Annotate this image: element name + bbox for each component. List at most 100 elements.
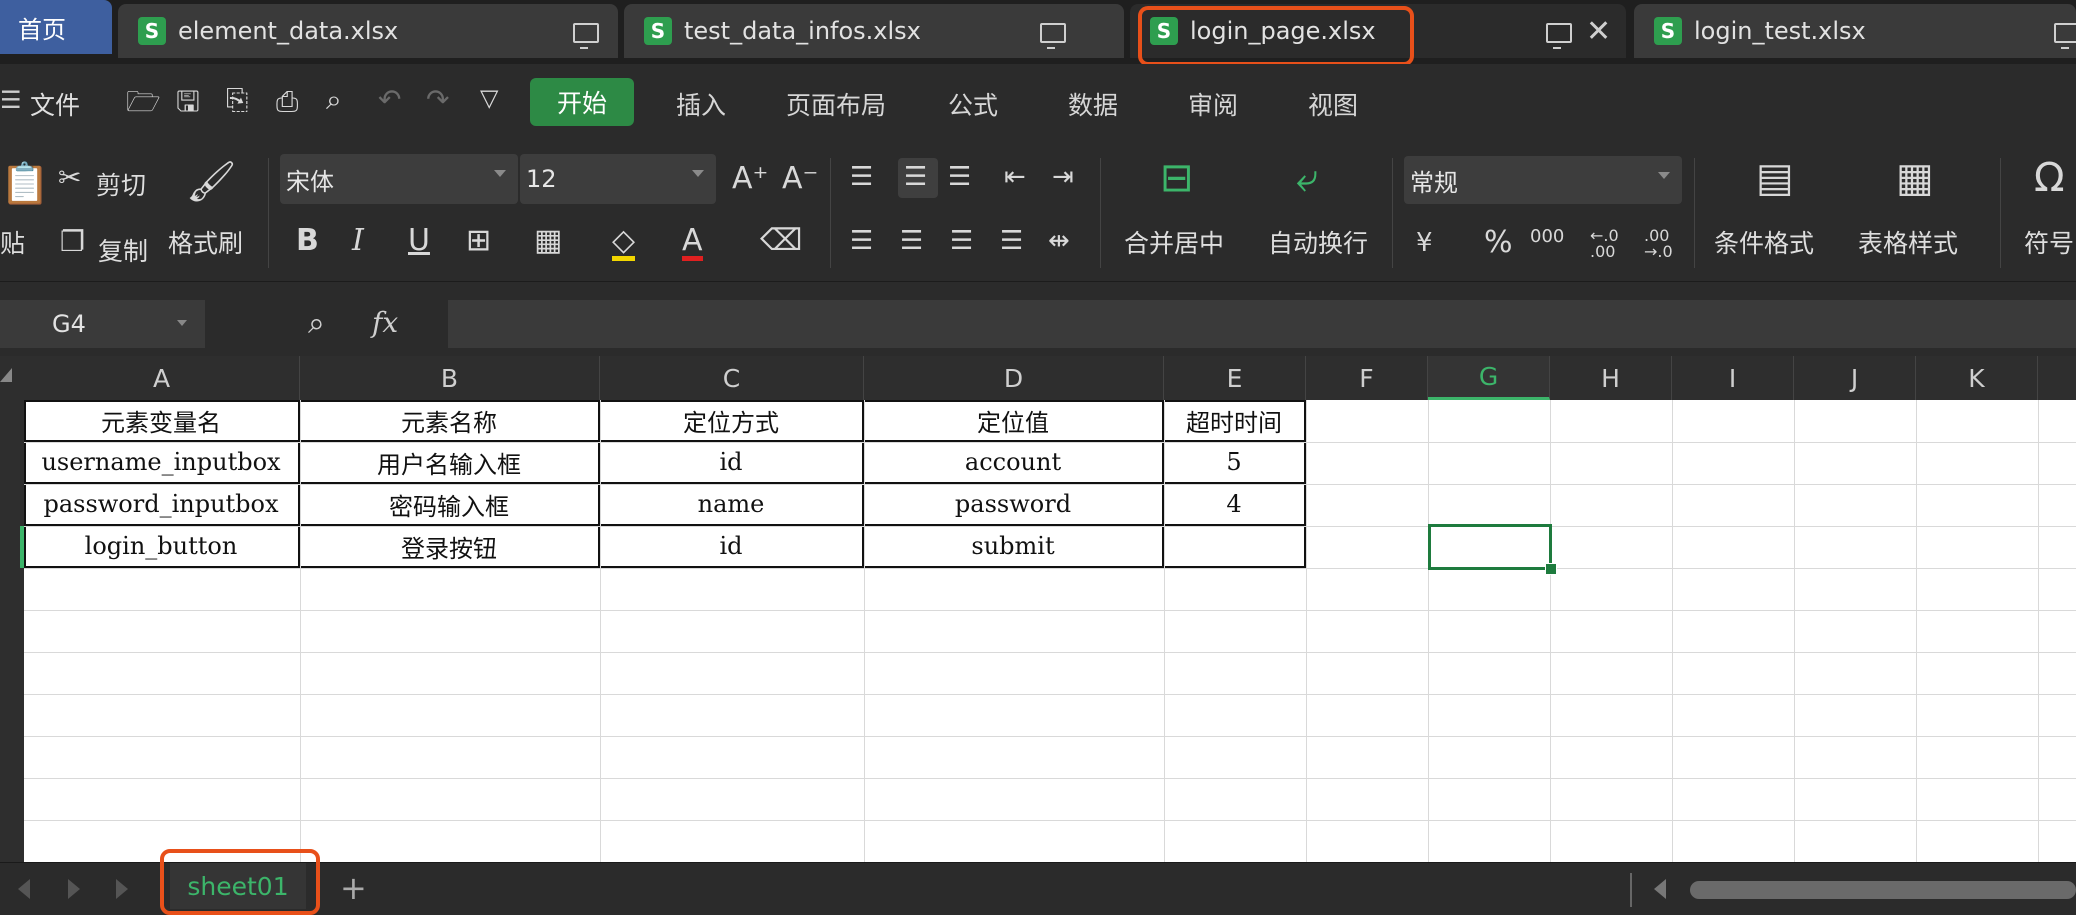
cell-c3[interactable]: name <box>600 484 864 526</box>
decrease-indent-icon[interactable]: ⇤ <box>1004 164 1026 190</box>
justify-icon[interactable]: ☰ <box>1000 228 1023 254</box>
row-headers[interactable] <box>0 400 24 862</box>
decrease-decimal-button[interactable]: .00 →.0 <box>1644 228 1673 260</box>
cell-e3[interactable]: 4 <box>1164 484 1306 526</box>
merge-center-button[interactable]: 合并居中 <box>1124 224 1224 260</box>
increase-decimal-button[interactable]: ←.0 .00 <box>1590 228 1619 260</box>
wrap-text-button[interactable]: 自动换行 <box>1268 224 1368 260</box>
hamburger-icon[interactable]: ☰ <box>0 86 22 114</box>
borders-icon[interactable]: ⊞ <box>466 226 491 256</box>
cut-button[interactable]: 剪切 <box>96 166 146 202</box>
cell-a1[interactable]: 元素变量名 <box>24 400 300 442</box>
conditional-format-button[interactable]: 条件格式 <box>1714 224 1814 260</box>
menu-tab-page-layout[interactable]: 页面布局 <box>786 86 886 122</box>
cell-c4[interactable]: id <box>600 526 864 568</box>
cell-e2[interactable]: 5 <box>1164 442 1306 484</box>
symbol-icon[interactable]: Ω <box>2034 158 2065 198</box>
number-format-select[interactable]: 常规 <box>1404 156 1682 204</box>
format-painter-button[interactable]: 格式刷 <box>168 224 243 260</box>
scissors-icon[interactable]: ✂ <box>58 164 81 192</box>
italic-button[interactable]: I <box>352 226 364 256</box>
menu-tab-home[interactable]: 开始 <box>530 78 634 126</box>
merge-center-icon[interactable]: ⊟ <box>1160 158 1194 198</box>
monitor-icon[interactable] <box>2054 23 2076 49</box>
conditional-format-icon[interactable]: ▤ <box>1756 158 1794 198</box>
redo-icon[interactable]: ↷ <box>426 86 449 114</box>
cell-d4[interactable]: submit <box>864 526 1164 568</box>
cell-a3[interactable]: password_inputbox <box>24 484 300 526</box>
formula-input[interactable] <box>448 300 2076 348</box>
save-icon[interactable]: 🖫 <box>176 88 200 116</box>
print-icon[interactable]: ⎙ <box>276 88 298 116</box>
align-middle-icon[interactable]: ☰ <box>898 158 938 198</box>
format-painter-icon[interactable]: 🖌 <box>186 162 237 202</box>
align-left-icon[interactable]: ☰ <box>850 228 873 254</box>
distribute-icon[interactable]: ⇹ <box>1048 228 1070 254</box>
table-style-icon[interactable]: ▦ <box>1896 158 1934 198</box>
increase-indent-icon[interactable]: ⇥ <box>1052 164 1074 190</box>
menu-tab-formulas[interactable]: 公式 <box>948 86 998 122</box>
monitor-icon[interactable] <box>1546 23 1572 49</box>
column-header-f[interactable]: F <box>1306 356 1428 400</box>
font-size-select[interactable]: 12 <box>520 154 716 204</box>
first-sheet-icon[interactable] <box>18 879 30 899</box>
column-header-k[interactable]: K <box>1916 356 2038 400</box>
cell-b1[interactable]: 元素名称 <box>300 400 600 442</box>
menu-tab-view[interactable]: 视图 <box>1308 86 1358 122</box>
column-header-d[interactable]: D <box>864 356 1164 400</box>
scroll-left-icon[interactable] <box>1654 879 1666 899</box>
wrap-text-icon[interactable]: ⤶ <box>1296 158 1318 198</box>
cell-a4[interactable]: login_button <box>24 526 300 568</box>
column-header-c[interactable]: C <box>600 356 864 400</box>
cell-a2[interactable]: username_inputbox <box>24 442 300 484</box>
column-header-j[interactable]: J <box>1794 356 1916 400</box>
column-header-i[interactable]: I <box>1672 356 1794 400</box>
select-all-corner[interactable] <box>0 368 12 382</box>
align-center-icon[interactable]: ☰ <box>900 228 923 254</box>
active-cell-g4[interactable] <box>1428 524 1557 575</box>
cell-c1[interactable]: 定位方式 <box>600 400 864 442</box>
cell-c2[interactable]: id <box>600 442 864 484</box>
symbol-button[interactable]: 符号 <box>2024 224 2074 260</box>
tab-element-data[interactable]: S element_data.xlsx <box>118 4 618 58</box>
monitor-icon[interactable] <box>1040 23 1066 49</box>
align-bottom-icon[interactable]: ☰ <box>948 164 971 190</box>
monitor-icon[interactable] <box>573 23 599 49</box>
last-sheet-icon[interactable] <box>116 879 128 899</box>
fill-pattern-icon[interactable]: ▦ <box>534 226 562 256</box>
column-header-g[interactable]: G <box>1428 356 1550 400</box>
cell-d2[interactable]: account <box>864 442 1164 484</box>
column-header-e[interactable]: E <box>1164 356 1306 400</box>
close-icon[interactable]: ✕ <box>1586 14 1611 49</box>
cell-e4[interactable] <box>1164 526 1306 568</box>
menu-file[interactable]: 文件 <box>30 86 80 122</box>
open-folder-icon[interactable]: 🗁 <box>126 88 161 116</box>
cell-d1[interactable]: 定位值 <box>864 400 1164 442</box>
cell-b3[interactable]: 密码输入框 <box>300 484 600 526</box>
currency-button[interactable]: ¥ <box>1416 230 1433 256</box>
menu-tab-data[interactable]: 数据 <box>1068 86 1118 122</box>
clear-format-icon[interactable]: ⌫ <box>760 226 802 256</box>
cell-e1[interactable]: 超时时间 <box>1164 400 1306 442</box>
bold-button[interactable]: B <box>296 226 319 256</box>
spreadsheet-grid[interactable]: 元素变量名 元素名称 定位方式 定位值 超时时间 username_inputb… <box>24 400 2076 862</box>
copy-icon[interactable]: ❐ <box>60 228 85 256</box>
fill-color-icon[interactable]: ◇ <box>612 226 636 261</box>
next-sheet-icon[interactable] <box>68 879 80 899</box>
tab-test-data-infos[interactable]: S test_data_infos.xlsx <box>624 4 1124 58</box>
export-icon[interactable]: ⎘ <box>226 86 248 114</box>
tab-home[interactable]: 首页 <box>0 0 112 54</box>
customize-toolbar-icon[interactable]: ▽ <box>480 86 498 110</box>
font-name-select[interactable]: 宋体 <box>280 154 518 204</box>
horizontal-scrollbar[interactable] <box>1690 881 2076 899</box>
undo-icon[interactable]: ↶ <box>378 86 401 114</box>
cell-b4[interactable]: 登录按钮 <box>300 526 600 568</box>
thousands-separator-button[interactable]: 000 <box>1530 228 1564 246</box>
cell-d3[interactable]: password <box>864 484 1164 526</box>
fx-button[interactable]: fx <box>372 306 398 339</box>
paste-icon[interactable]: 📋 <box>0 164 50 204</box>
underline-button[interactable]: U <box>408 226 430 256</box>
column-header-b[interactable]: B <box>300 356 600 400</box>
tab-login-test[interactable]: S login_test.xlsx <box>1634 4 2076 58</box>
font-color-button[interactable]: A <box>682 226 703 261</box>
